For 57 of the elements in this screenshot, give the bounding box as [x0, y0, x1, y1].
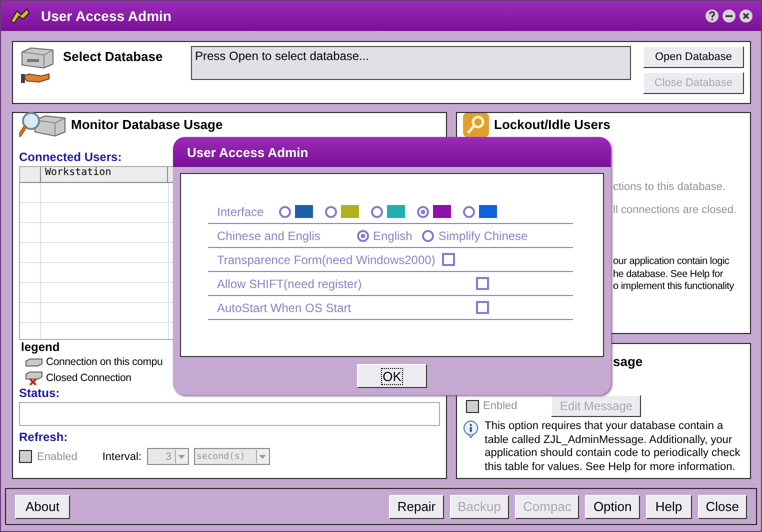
- interval-label: Interval:: [102, 450, 142, 462]
- lockout-note: our application contain logic: [613, 256, 730, 268]
- panel-title: Select Database: [63, 49, 164, 64]
- option-label: AutoStart When OS Start: [217, 300, 352, 314]
- option-label: Chinese and Englis: [217, 228, 322, 242]
- checkbox[interactable]: [476, 277, 489, 290]
- legend-label: Connection on this compu: [46, 356, 163, 368]
- panel-title: Lockout/Idle Users: [494, 118, 610, 132]
- magnifier-drive-icon: [19, 110, 67, 140]
- close-icon[interactable]: [739, 9, 753, 23]
- lockout-note: o implement this functionality: [613, 281, 735, 294]
- help-icon[interactable]: [705, 9, 719, 23]
- lockout-text: ctions to this database.: [613, 181, 727, 193]
- legend-label: Closed Connection: [46, 372, 132, 384]
- key-icon: [462, 112, 490, 138]
- radio-button[interactable]: [357, 230, 369, 242]
- closed-connection-icon: [25, 371, 43, 385]
- refresh-label: Refresh:: [19, 430, 68, 444]
- panel-title: sage: [612, 354, 644, 369]
- checkbox[interactable]: [442, 253, 456, 266]
- ok-button[interactable]: OK: [357, 364, 427, 388]
- radio-button[interactable]: [279, 206, 291, 218]
- lockout-text: ll connections are closed.: [613, 204, 738, 216]
- info-text: This option requires that your database contain a table called ZJL_AdminMessage. Additionally, your application should contain code to periodically check this table for values. See Help for more information.: [484, 420, 742, 474]
- option-label: Interface: [217, 204, 265, 218]
- lockout-note: he database. See Help for: [613, 268, 724, 281]
- footer-button[interactable]: Help: [646, 494, 692, 518]
- option-label: Transparence Form(need Windows2000): [217, 252, 436, 266]
- app-icon: [9, 7, 31, 25]
- footer-button[interactable]: Option: [585, 494, 640, 518]
- radio-label: Simplify Chinese: [438, 228, 528, 242]
- footer-button[interactable]: Repair: [389, 494, 444, 518]
- radio-button[interactable]: [371, 206, 383, 218]
- window-title: User Access Admin: [41, 8, 172, 24]
- dialog-title: User Access Admin: [187, 144, 308, 160]
- minimize-icon[interactable]: [722, 9, 736, 23]
- status-label: Status:: [19, 386, 60, 400]
- connection-icon: [25, 357, 43, 367]
- database-path-field: Press Open to select database...: [191, 46, 631, 80]
- checkbox-label: Enbled: [483, 400, 518, 412]
- radio-button[interactable]: [325, 206, 337, 218]
- legend-title: legend: [21, 340, 61, 354]
- checkbox[interactable]: [476, 301, 489, 314]
- checkbox-label: Enabled: [37, 450, 78, 462]
- footer-button[interactable]: Close: [698, 494, 747, 518]
- database-button[interactable]: Open Database: [643, 46, 744, 68]
- radio-button[interactable]: [417, 206, 429, 218]
- caret-icon: [178, 454, 186, 458]
- radio-button[interactable]: [463, 206, 475, 218]
- caret-icon: [259, 454, 266, 458]
- panel-title: Monitor Database Usage: [71, 118, 223, 132]
- option-label: Allow SHIFT(need register): [217, 276, 362, 290]
- info-icon: [463, 420, 479, 438]
- connected-users-label: Connected Users:: [19, 150, 122, 164]
- radio-label: English: [373, 228, 412, 242]
- footer-button[interactable]: About: [15, 494, 70, 518]
- radio-button[interactable]: [422, 230, 434, 242]
